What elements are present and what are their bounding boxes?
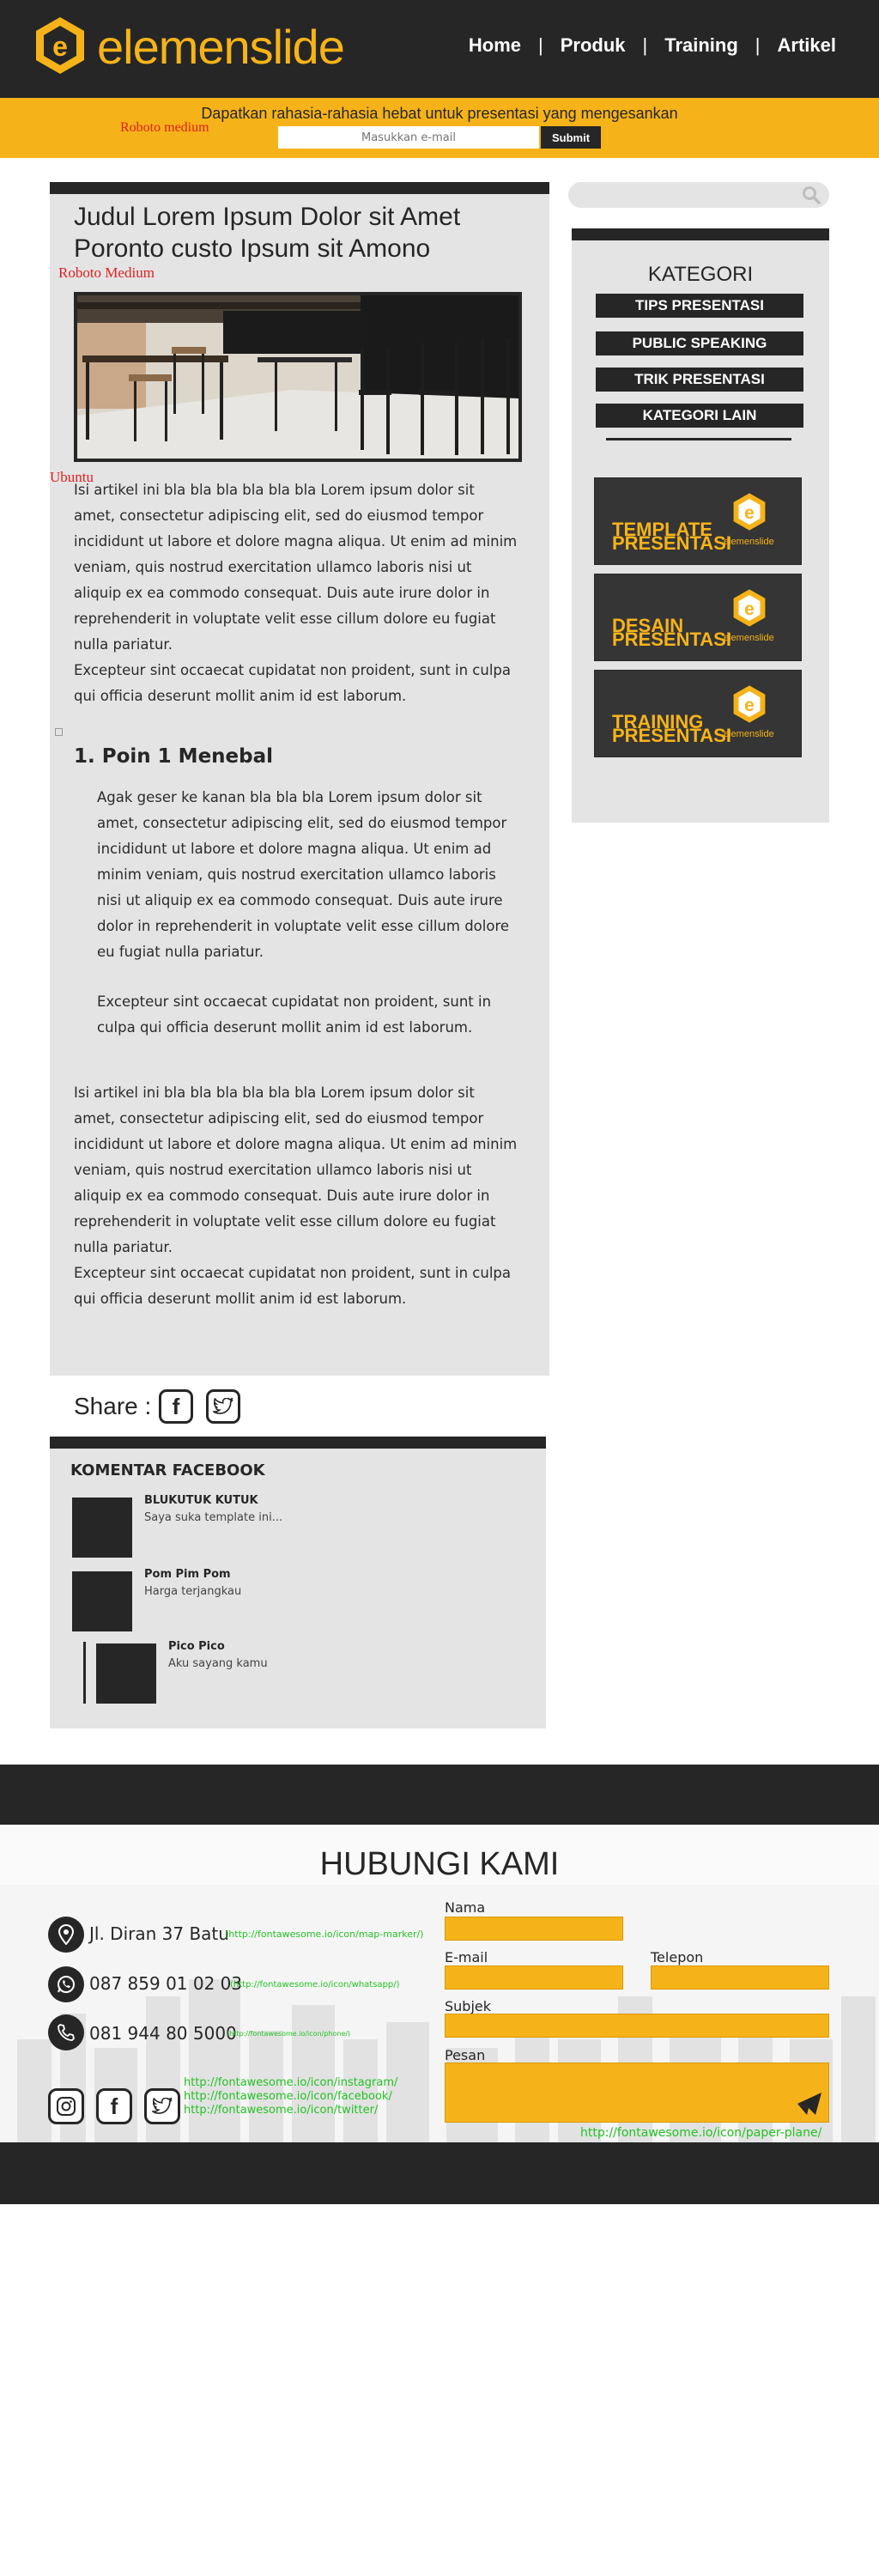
font-annotation: Roboto Medium [58,264,155,281]
banner-brand: elemenslide [724,537,774,547]
map-marker-icon [48,1917,84,1953]
avatar[interactable] [72,1498,132,1558]
kategori-public-speaking[interactable]: PUBLIC SPEAKING [596,331,803,355]
small-marker [55,728,63,736]
contact-address: Jl. Diran 37 Batu [89,1923,229,1944]
article-subheading: 1. Poin 1 Menebal [74,745,274,768]
share-facebook-button[interactable]: f [159,1389,193,1424]
instagram-button[interactable] [48,2088,84,2124]
banner-desain-presentasi[interactable]: DESAIN PRESENTASI e elemenslide [594,574,802,661]
comment-author[interactable]: Pico Pico [168,1640,225,1653]
email-input[interactable] [278,126,539,149]
kategori-divider [606,438,791,440]
banner-template-presentasi[interactable]: TEMPLATE PRESENTASI e elemenslide [594,477,802,565]
instagram-icon [57,2097,76,2116]
banner-brand: elemenslide [724,729,774,739]
icon-reference-note: http://fontawesome.io/icon/instagram/ [184,2076,398,2089]
logo-icon: e [733,685,766,723]
icon-reference-note: (http://fontawesome.io/icon/phone/) [227,2030,351,2038]
icon-reference-note: (http://fontawesome.io/icon/whatsapp/) [230,1980,400,1990]
indented-paragraph: Excepteur sint occaecat cupidatat non pr… [97,993,492,1036]
avatar[interactable] [72,1571,132,1631]
kategori-tips-presentasi[interactable]: TIPS PRESENTASI [596,294,803,318]
facebook-button[interactable]: f [96,2088,132,2124]
nama-field[interactable] [445,1917,623,1941]
article-paragraph: Excepteur sint occaecat cupidatat non pr… [74,1265,512,1307]
restaurant-photo [77,295,518,459]
icon-reference-note: (http://fontawesome.io/icon/map-marker/) [225,1929,424,1940]
telepon-label: Telepon [651,1949,704,1965]
logo-icon[interactable]: e [34,15,86,76]
email-field[interactable] [445,1965,623,1990]
icon-reference-note: http://fontawesome.io/icon/paper-plane/ [580,2126,822,2140]
kategori-lain[interactable]: KATEGORI LAIN [596,404,803,428]
icon-reference-note: http://fontawesome.io/icon/facebook/ [184,2090,392,2103]
nav-separator: | [642,34,648,56]
article-paragraph: Excepteur sint occaecat cupidatat non pr… [74,662,512,704]
banner-brand: elemenslide [724,633,774,643]
comment-author[interactable]: BLUKUTUK KUTUK [144,1494,258,1507]
nav-separator: | [538,34,543,56]
subjek-field[interactable] [445,2014,829,2038]
indented-paragraph: Agak geser ke kanan bla bla bla Lorem ip… [97,789,510,960]
font-annotation: Roboto medium [120,120,209,135]
svg-text:e: e [744,599,755,619]
comment-text: Harga terjangkau [144,1585,242,1598]
email-label: E-mail [445,1949,488,1965]
social-reference-notes: http://fontawesome.io/icon/instagram/ ht… [184,2076,397,2117]
article-title: Judul Lorem Ipsum Dolor sit Amet Poronto… [74,203,461,263]
contact-whatsapp: 087 859 01 02 03 [89,1973,243,1994]
submit-button[interactable]: Submit [541,126,601,149]
article-hero-image [74,292,522,462]
twitter-icon [152,2098,173,2114]
logo-icon: e [733,493,766,531]
article-paragraph: Isi artikel ini bla bla bla bla bla bla … [74,482,518,653]
pesan-field[interactable] [445,2063,829,2123]
banner-line2: PRESENTASI [612,725,731,746]
telepon-field[interactable] [651,1965,829,1990]
nav-training[interactable]: Training [664,34,738,57]
kategori-title: KATEGORI [647,263,754,286]
bottom-footer [0,2142,879,2204]
share-twitter-button[interactable] [206,1389,240,1424]
svg-text:e: e [744,696,755,715]
kategori-trik-presentasi[interactable]: TRIK PRESENTASI [596,368,803,392]
svg-text:e: e [52,31,68,62]
nav-produk[interactable]: Produk [561,34,626,57]
banner-training-presentasi[interactable]: TRAINING PRESENTASI e elemenslide [594,670,802,757]
reply-indent-line [83,1642,86,1704]
contact-title: HUBUNGI KAMI [319,1846,560,1882]
comment-text: Saya suka template ini... [144,1511,283,1524]
paper-plane-icon[interactable] [797,2092,822,2116]
article-paragraph: Isi artikel ini bla bla bla bla bla bla … [74,1084,518,1255]
logo-icon: e [733,589,766,627]
share-label: Share : [74,1393,152,1419]
search-icon[interactable] [802,185,821,204]
main-nav: Home | Produk | Training | Artikel [469,34,836,57]
footer-band [0,1765,879,1825]
facebook-icon: f [172,1393,180,1419]
svg-text:e: e [744,503,755,523]
pesan-label: Pesan [445,2047,486,2063]
subjek-label: Subjek [445,1998,492,2014]
banner-line2: PRESENTASI [612,629,731,650]
whatsapp-icon [48,1966,84,2002]
logo-text[interactable]: elemenslide [97,19,345,75]
twitter-icon [213,1398,233,1414]
avatar[interactable] [96,1643,156,1704]
comment-author[interactable]: Pom Pim Pom [144,1568,231,1581]
twitter-button[interactable] [144,2088,180,2124]
icon-reference-note: http://fontawesome.io/icon/twitter/ [184,2104,379,2117]
facebook-icon: f [110,2093,118,2119]
nav-home[interactable]: Home [469,34,521,57]
search-input[interactable] [568,182,829,208]
nav-artikel[interactable]: Artikel [778,34,836,57]
comments-title: KOMENTAR FACEBOOK [70,1461,265,1479]
banner-line2: PRESENTASI [612,532,731,554]
nav-separator: | [755,34,761,56]
contact-phone: 081 944 80 5000 [89,2023,237,2044]
phone-icon [48,2014,84,2050]
comment-text: Aku sayang kamu [168,1657,268,1670]
nama-label: Nama [445,1899,486,1916]
